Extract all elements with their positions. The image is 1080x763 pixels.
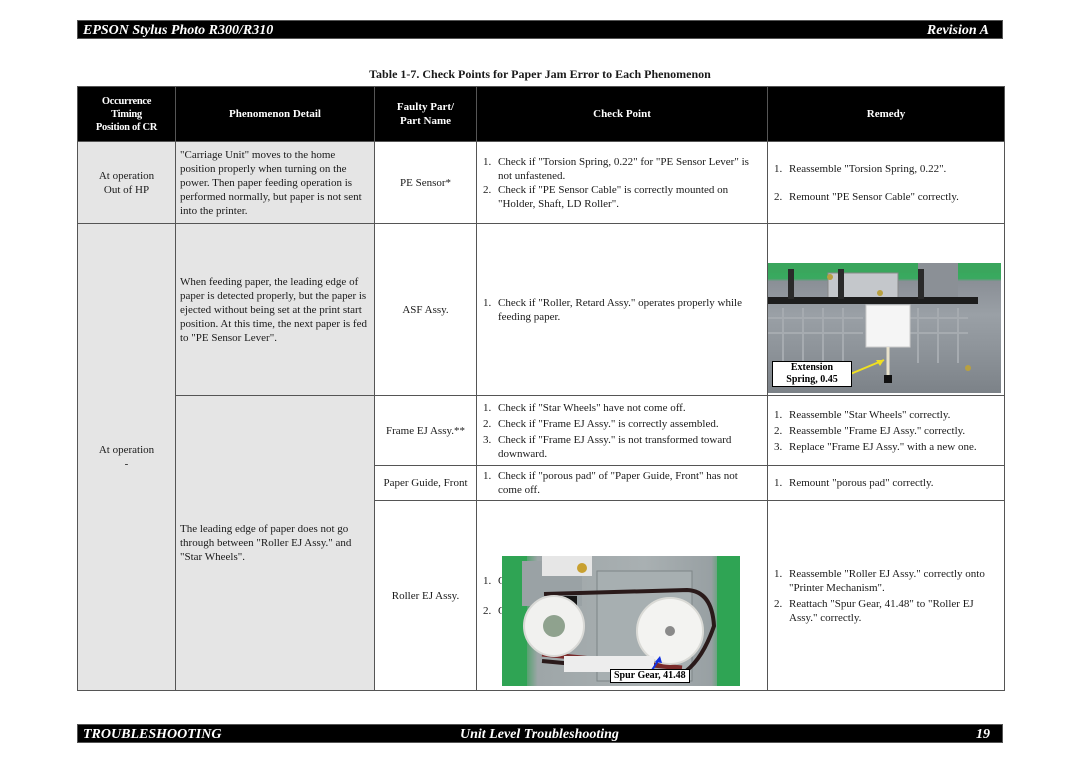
- check-step: 1. Check if "porous pad" of "Paper Guide,…: [483, 470, 738, 496]
- faulty-part-cell: PE Sensor*: [374, 141, 477, 224]
- remedy-step: 1. Reassemble "Torsion Spring, 0.22".: [774, 162, 947, 175]
- section-title: TROUBLESHOOTING: [83, 727, 222, 742]
- remedy-step: 1. Remount "porous pad" correctly.: [774, 477, 934, 489]
- table-row: At operation Out of HP "Carriage Unit" m…: [77, 141, 1005, 224]
- remedy-step: 1. Reassemble "Roller EJ Assy." correctly…: [774, 567, 985, 594]
- remedy-step: 2. Remount "PE Sensor Cable" correctly.: [774, 190, 959, 203]
- faulty-part-cell: Roller EJ Assy.: [374, 500, 477, 691]
- phenomenon-cell: "Carriage Unit" moves to the home positi…: [175, 141, 375, 224]
- check-step: 3. Check if "Frame EJ Assy." is not trans…: [483, 433, 732, 460]
- page-number: 19: [976, 727, 990, 742]
- extension-spring-photo: Extension Spring, 0.45: [768, 263, 1001, 393]
- table-row: The leading edge of paper does not go th…: [78, 395, 1005, 691]
- remedy-cell: 1. Reassemble "Star Wheels" correctly. 2.…: [767, 395, 1005, 466]
- remedy-step: 3. Replace "Frame EJ Assy." with a new on…: [774, 440, 977, 453]
- check-step: 1. Check if "Star Wheels" have not come o…: [483, 401, 686, 414]
- document-title: EPSON Stylus Photo R300/R310: [83, 23, 274, 38]
- faulty-part-cell: Paper Guide, Front: [374, 465, 477, 501]
- extension-spring-label: Extension Spring, 0.45: [772, 361, 852, 387]
- occurrence-cell: At operation -: [77, 223, 176, 691]
- page-header-bar: EPSON Stylus Photo R300/R310 Revision A: [77, 20, 1003, 39]
- spur-gear-label: Spur Gear, 41.48: [610, 669, 690, 683]
- check-step: 1. Check if "Torsion Spring, 0.22" for "P…: [483, 155, 749, 182]
- check-point-cell: 1. Check if "Roller, Retard Assy." operat…: [476, 223, 768, 396]
- column-header-check-point: Check Point: [476, 86, 768, 142]
- remedy-cell: 1. Remount "porous pad" correctly.: [767, 465, 1005, 501]
- column-header-remedy: Remedy: [767, 86, 1005, 142]
- spur-gear-photo: Spur Gear, 41.48: [502, 556, 740, 686]
- roller-ej-mechanism-illustration: [502, 556, 740, 686]
- column-header-phenomenon: Phenomenon Detail: [175, 86, 375, 142]
- remedy-step: 2. Reassemble "Frame EJ Assy." correctly.: [774, 424, 966, 437]
- check-point-cell: 1. Check if "porous pad" of "Paper Guide,…: [476, 465, 768, 501]
- faulty-part-cell: Frame EJ Assy.**: [374, 395, 477, 466]
- table-caption: Table 1-7. Check Points for Paper Jam Er…: [369, 67, 711, 81]
- check-step: 1. Check if "Roller, Retard Assy." operat…: [483, 296, 742, 323]
- occurrence-cell: At operation Out of HP: [77, 141, 176, 224]
- remedy-step: 2. Reattach "Spur Gear, 41.48" to "Roller…: [774, 597, 974, 624]
- remedy-cell: 1. Reassemble "Torsion Spring, 0.22". 2. R…: [767, 141, 1005, 224]
- faulty-part-cell: ASF Assy.: [374, 223, 477, 396]
- revision-label: Revision A: [926, 23, 989, 38]
- remedy-cell: 1. Reassemble "Roller EJ Assy." correctly…: [767, 500, 1005, 691]
- column-header-occurrence: Occurrence Timing Position of CR: [77, 86, 176, 142]
- column-header-faulty-part: Faulty Part/ Part Name: [374, 86, 477, 142]
- subsection-title: Unit Level Troubleshooting: [460, 727, 619, 742]
- check-point-cell: 1. Check if "Star Wheels" have not come o…: [476, 395, 768, 466]
- phenomenon-cell: When feeding paper, the leading edge of …: [175, 223, 375, 396]
- page-footer-bar: TROUBLESHOOTING Unit Level Troubleshooti…: [77, 724, 1003, 743]
- check-step: 2. Check if "Frame EJ Assy." is correctly…: [483, 417, 719, 430]
- remedy-step: 1. Reassemble "Star Wheels" correctly.: [774, 408, 951, 421]
- phenomenon-cell: The leading edge of paper does not go th…: [175, 395, 375, 691]
- check-point-cell: 1. Check if "Torsion Spring, 0.22" for "P…: [476, 141, 768, 224]
- check-step: 2. Check if "PE Sensor Cable" is correctl…: [483, 183, 729, 210]
- table-header-row: Occurrence Timing Position of CR Phenome…: [77, 86, 1005, 142]
